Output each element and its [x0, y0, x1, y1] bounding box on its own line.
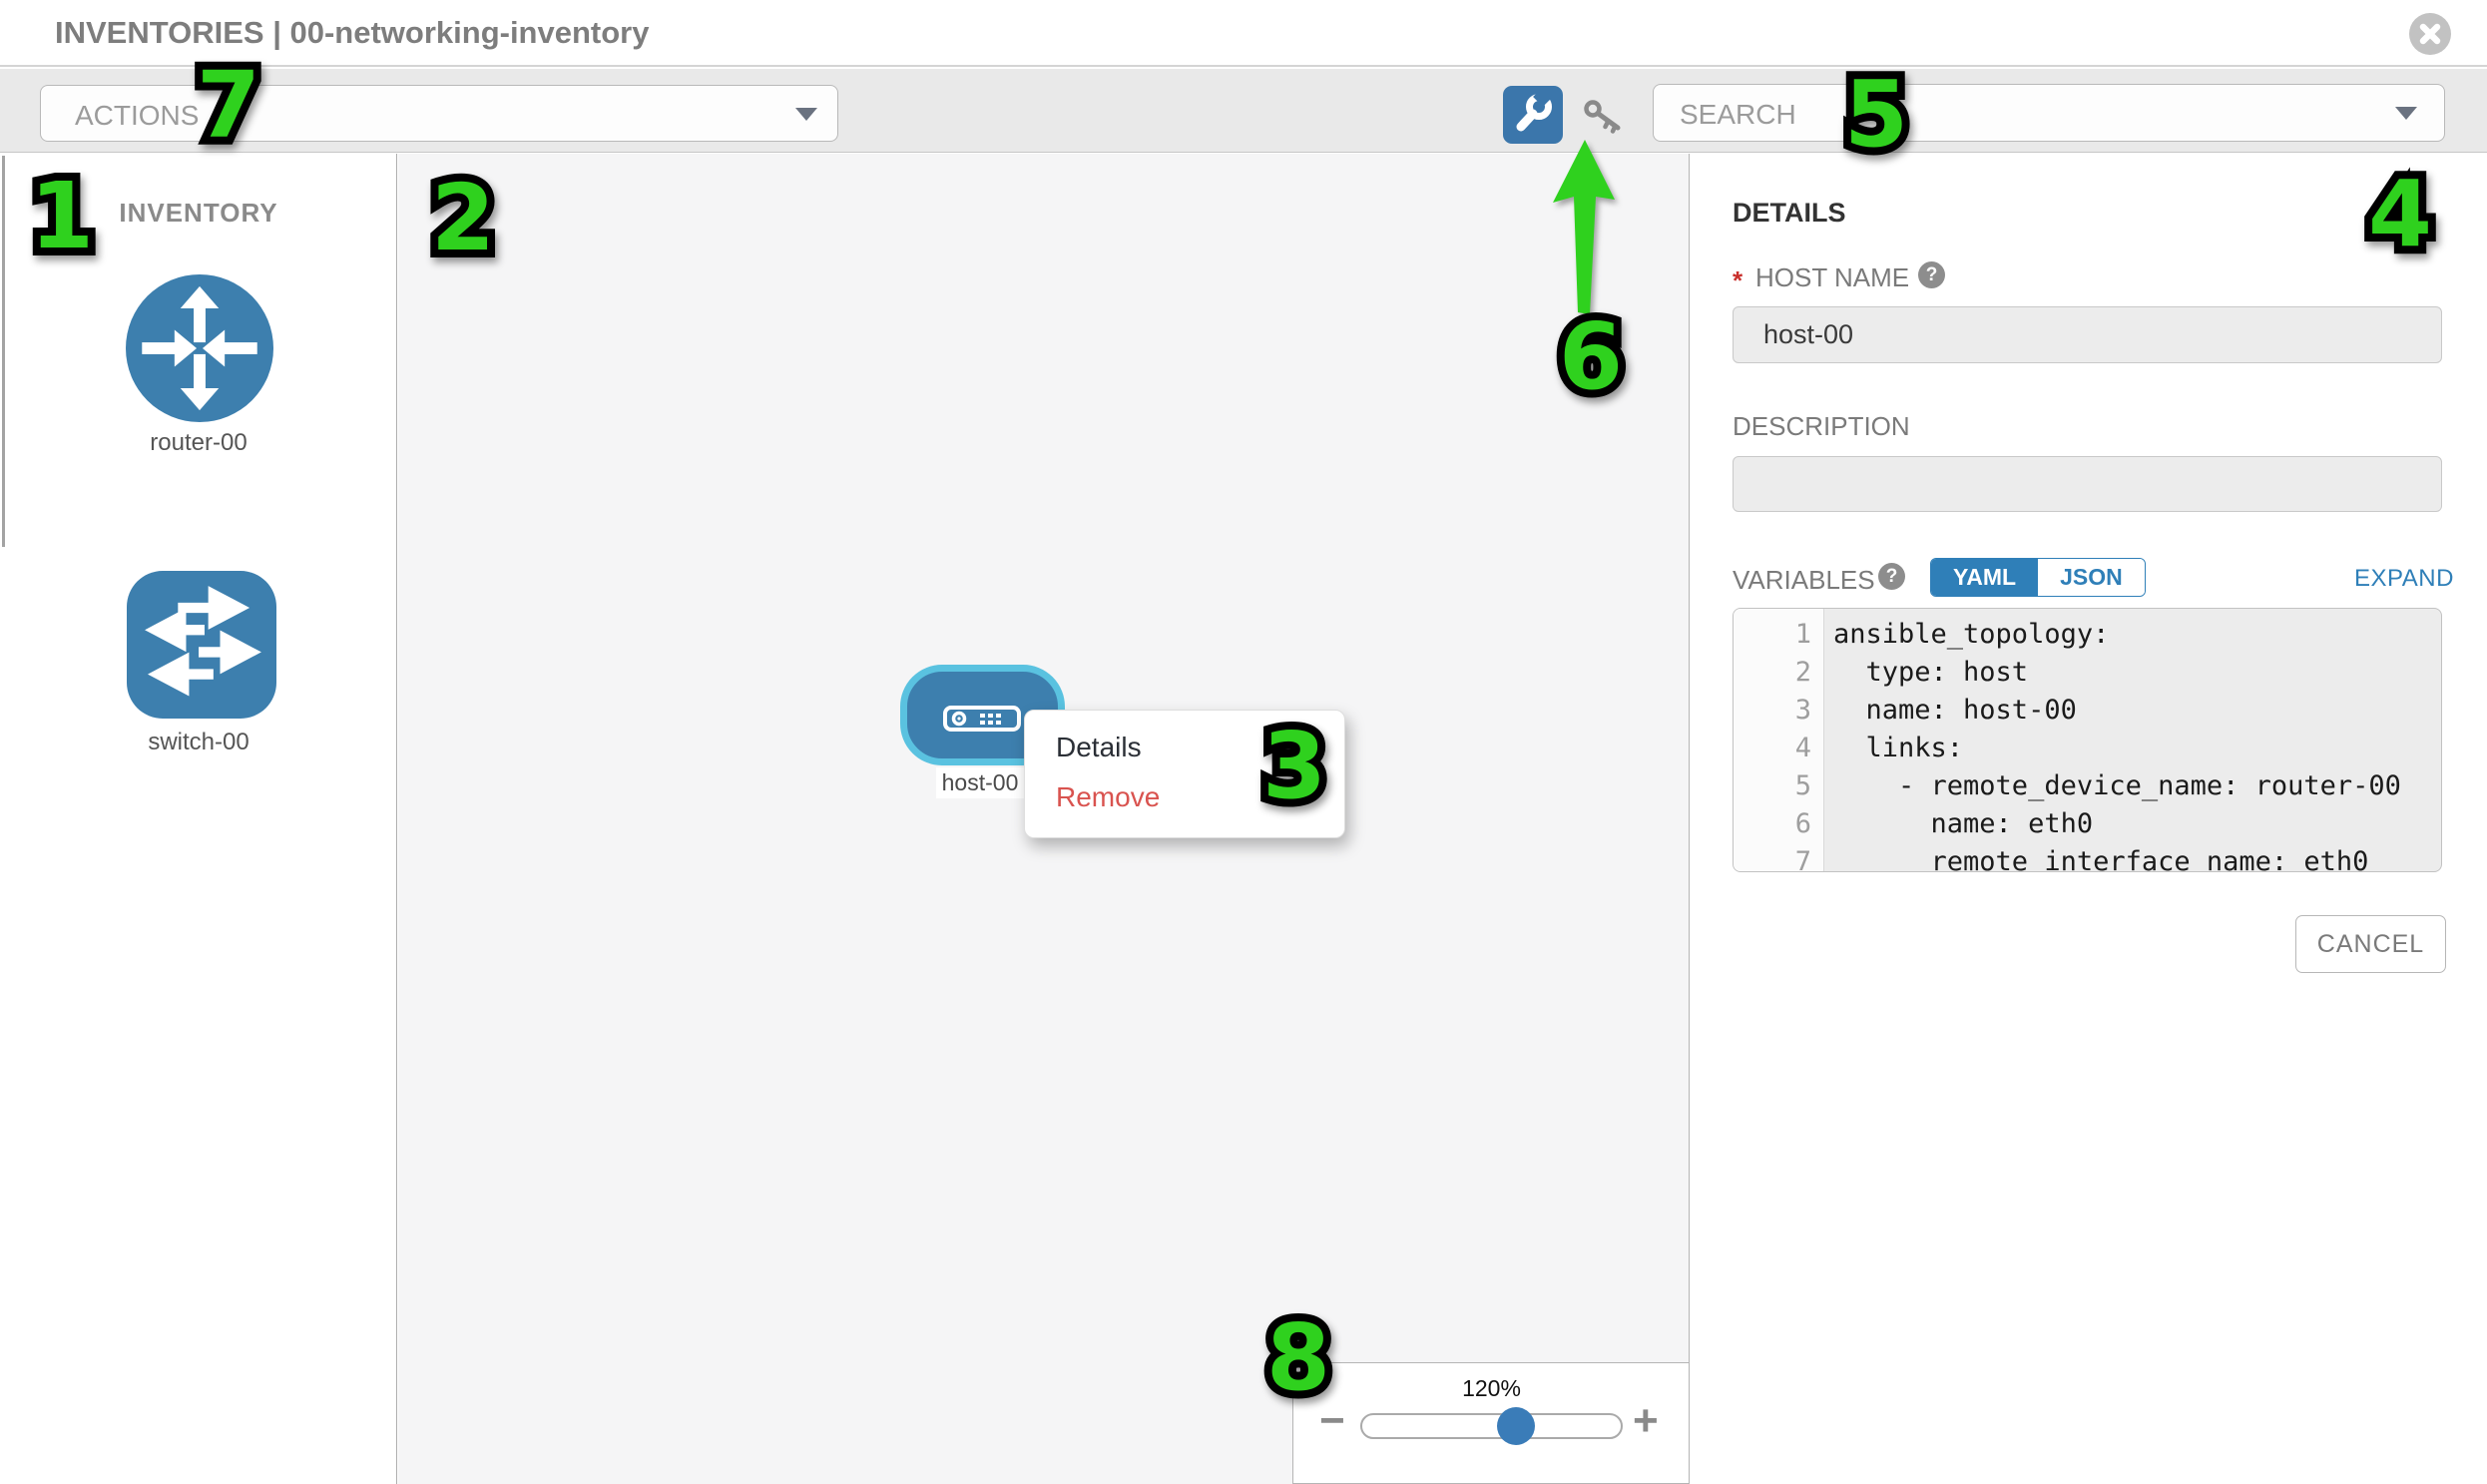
zoom-in-button[interactable]: + — [1633, 1399, 1659, 1443]
page-header: INVENTORIES | 00-networking-inventory — [0, 0, 2487, 67]
annotation-step-8: 88 — [1266, 1312, 1330, 1404]
required-asterisk: * — [1733, 265, 1742, 296]
inventory-sidebar: INVENTORY router-00 switch-00 — [0, 154, 397, 1484]
zoom-slider-thumb[interactable] — [1497, 1407, 1535, 1445]
wrench-icon — [1503, 86, 1563, 144]
editor-line: 4 links: — [1734, 730, 2441, 767]
chevron-down-icon — [2395, 107, 2417, 120]
annotation-step-7: 77 — [197, 60, 260, 152]
device-router-00[interactable] — [126, 274, 273, 422]
zoom-control-panel: 120% − + — [1292, 1362, 1689, 1484]
variables-format-toggle: YAML JSON — [1930, 558, 2146, 597]
device-label: router-00 — [0, 429, 397, 457]
annotation-step-4: 44 — [2368, 169, 2432, 260]
toolbar: ACTIONS SEARCH — [0, 69, 2487, 153]
editor-line: 6 name: eth0 — [1734, 805, 2441, 843]
editor-line: 3 name: host-00 — [1734, 692, 2441, 730]
help-icon[interactable]: ? — [1918, 261, 1945, 288]
expand-link[interactable]: EXPAND — [2354, 565, 2454, 593]
zoom-level-value: 120% — [1293, 1375, 1690, 1402]
variables-label: VARIABLES — [1733, 565, 1875, 596]
close-icon — [2409, 13, 2451, 55]
actions-dropdown[interactable]: ACTIONS — [40, 85, 838, 142]
description-label: DESCRIPTION — [1733, 411, 1910, 442]
toggle-json[interactable]: JSON — [2038, 559, 2145, 596]
annotation-step-1: 11 — [30, 171, 94, 262]
key-icon — [1582, 98, 1626, 138]
router-icon — [126, 274, 273, 422]
page-title: INVENTORIES | 00-networking-inventory — [55, 15, 649, 51]
host-node-label: host-00 — [936, 767, 1024, 798]
search-dropdown[interactable]: SEARCH — [1653, 84, 2445, 142]
editor-line: 5 - remote_device_name: router-00 — [1734, 767, 2441, 805]
annotation-step-6: 66 — [1559, 311, 1623, 403]
annotation-step-2: 22 — [431, 173, 495, 264]
device-switch-00[interactable] — [127, 571, 276, 719]
variables-editor[interactable]: 1ansible_topology: 2 type: host 3 name: … — [1733, 608, 2442, 872]
editor-line: 2 type: host — [1734, 654, 2441, 692]
toggle-yaml[interactable]: YAML — [1931, 559, 2038, 596]
switch-icon — [127, 571, 276, 719]
search-placeholder: SEARCH — [1680, 99, 1796, 131]
chevron-down-icon — [795, 108, 817, 121]
host-name-label: HOST NAME — [1755, 262, 1909, 293]
tools-button[interactable] — [1503, 86, 1563, 144]
annotation-step-5: 55 — [1844, 69, 1908, 161]
context-menu-item-remove[interactable]: Remove — [1056, 781, 1160, 813]
close-button[interactable] — [2409, 13, 2451, 55]
context-menu-item-details[interactable]: Details — [1056, 732, 1142, 763]
annotation-step-3: 33 — [1262, 721, 1326, 812]
credentials-key-button[interactable] — [1582, 98, 1626, 138]
details-panel-title: DETAILS — [1733, 198, 1846, 229]
editor-line: 7 remote_interface_name: eth0 — [1734, 843, 2441, 872]
help-icon[interactable]: ? — [1878, 563, 1905, 590]
actions-dropdown-label: ACTIONS — [75, 100, 199, 132]
zoom-slider-track[interactable] — [1360, 1413, 1623, 1439]
device-label: switch-00 — [0, 729, 397, 756]
host-server-icon — [943, 706, 1021, 737]
editor-line: 1ansible_topology: — [1734, 616, 2441, 654]
host-name-input[interactable] — [1733, 306, 2442, 363]
cancel-button[interactable]: CANCEL — [2295, 915, 2446, 973]
description-input[interactable] — [1733, 456, 2442, 512]
